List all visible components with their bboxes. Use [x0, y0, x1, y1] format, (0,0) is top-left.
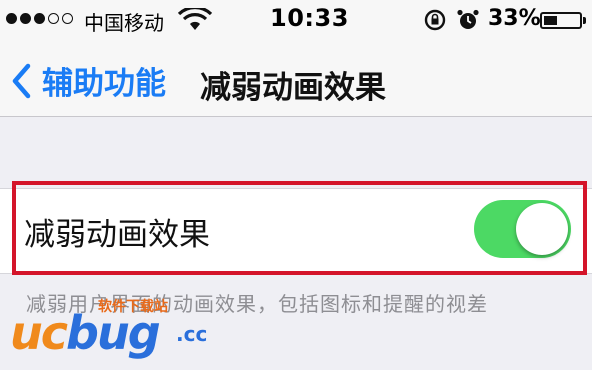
chevron-left-icon	[12, 63, 31, 98]
back-button-label: 辅助功能	[42, 66, 166, 102]
page-title: 减弱动画效果	[200, 70, 386, 106]
watermark-logo: ucbug	[10, 306, 161, 360]
watermark-domain: .cc	[176, 322, 208, 346]
alarm-icon	[457, 9, 479, 29]
navigation-bar: 辅助功能 减弱动画效果	[0, 40, 592, 117]
reduce-motion-label: 减弱动画效果	[24, 217, 210, 253]
wifi-icon	[178, 8, 212, 30]
battery-fill	[544, 16, 557, 25]
clock-time: 10:33	[270, 4, 349, 32]
status-bar: 中国移动 10:33 33%	[0, 0, 592, 40]
signal-strength-icon	[6, 13, 73, 24]
battery-icon	[540, 12, 586, 29]
carrier-name: 中国移动	[84, 11, 164, 35]
battery-percent: 33%	[488, 6, 541, 31]
watermark-brand-main: bug	[66, 306, 161, 360]
rotation-lock-icon	[424, 9, 446, 31]
reduce-motion-toggle[interactable]	[474, 200, 571, 258]
reduce-motion-cell: 减弱动画效果	[0, 188, 592, 274]
toggle-knob	[516, 203, 568, 255]
back-button[interactable]: 辅助功能	[10, 58, 166, 103]
watermark-brand-prefix: uc	[10, 306, 68, 360]
